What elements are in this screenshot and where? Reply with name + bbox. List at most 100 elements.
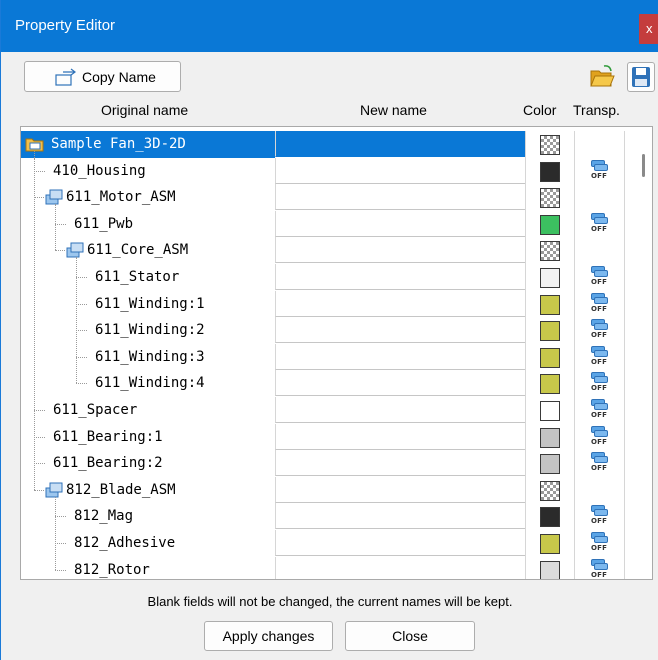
transparency-cell[interactable]: [575, 184, 625, 212]
transparency-cell[interactable]: [575, 476, 625, 504]
color-cell[interactable]: [525, 450, 575, 478]
new-name-field[interactable]: [275, 397, 525, 423]
new-name-field[interactable]: [275, 237, 525, 264]
color-cell[interactable]: [525, 370, 575, 398]
floppy-save-icon[interactable]: [627, 62, 655, 92]
tree-row[interactable]: 611_Winding:3 OFF: [21, 343, 633, 371]
column-header-color[interactable]: Color: [523, 102, 556, 118]
folder-open-icon[interactable]: [588, 62, 616, 92]
tree-row[interactable]: 611_Spacer OFF: [21, 397, 633, 424]
original-name-cell[interactable]: 611_Core_ASM: [21, 237, 275, 264]
column-header-new[interactable]: New name: [360, 102, 427, 118]
transparency-cell[interactable]: OFF: [575, 370, 625, 398]
color-cell[interactable]: [525, 184, 575, 212]
transparency-off-icon[interactable]: OFF: [589, 505, 611, 529]
tree-row[interactable]: 812_Mag OFF: [21, 503, 633, 531]
color-swatch[interactable]: [540, 560, 560, 579]
original-name-cell[interactable]: 611_Winding:1: [21, 291, 275, 318]
new-name-field[interactable]: [275, 450, 525, 477]
title-bar[interactable]: Property Editor x: [1, 0, 658, 52]
original-name-cell[interactable]: 611_Bearing:2: [21, 450, 275, 477]
original-name-cell[interactable]: 410_Housing: [21, 158, 275, 185]
color-swatch[interactable]: [540, 294, 560, 315]
original-name-cell[interactable]: 611_Stator: [21, 264, 275, 291]
new-name-field[interactable]: [275, 210, 525, 237]
new-name-field[interactable]: [275, 370, 525, 397]
tree-row[interactable]: 611_Winding:4 OFF: [21, 370, 633, 398]
column-header-transp[interactable]: Transp.: [573, 102, 620, 118]
color-cell[interactable]: [525, 556, 575, 579]
tree-row[interactable]: 611_Core_ASM: [21, 237, 633, 265]
color-cell[interactable]: [525, 397, 575, 424]
color-swatch[interactable]: [540, 188, 560, 209]
original-name-cell[interactable]: 611_Spacer: [21, 397, 275, 424]
tree-row[interactable]: 611_Stator OFF: [21, 264, 633, 291]
close-window-button[interactable]: x: [639, 14, 658, 44]
transparency-cell[interactable]: OFF: [575, 423, 625, 451]
color-swatch[interactable]: [540, 480, 560, 501]
new-name-field[interactable]: [275, 476, 525, 503]
copy-name-button[interactable]: Copy Name: [24, 61, 181, 92]
scrollbar-thumb[interactable]: [642, 154, 645, 177]
color-swatch[interactable]: [540, 214, 560, 235]
new-name-field[interactable]: [275, 423, 525, 450]
color-swatch[interactable]: [540, 161, 560, 182]
color-cell[interactable]: [525, 317, 575, 345]
new-name-field[interactable]: [275, 343, 525, 370]
color-swatch[interactable]: [540, 507, 560, 528]
tree-row[interactable]: 611_Pwb OFF: [21, 210, 633, 238]
tree-row[interactable]: 812_Blade_ASM: [21, 476, 633, 504]
tree-row[interactable]: 611_Winding:2 OFF: [21, 317, 633, 345]
transparency-off-icon[interactable]: OFF: [589, 532, 611, 556]
transparency-cell[interactable]: OFF: [575, 210, 625, 238]
new-name-field[interactable]: [275, 503, 525, 530]
tree-row[interactable]: 812_Adhesive OFF: [21, 530, 633, 557]
transparency-off-icon[interactable]: OFF: [589, 372, 611, 396]
transparency-off-icon[interactable]: OFF: [589, 425, 611, 450]
tree-row[interactable]: 611_Bearing:2 OFF: [21, 450, 633, 478]
transparency-cell[interactable]: OFF: [575, 530, 625, 557]
transparency-cell[interactable]: OFF: [575, 556, 625, 579]
original-name-cell[interactable]: 611_Winding:2: [21, 317, 275, 344]
new-name-field[interactable]: [275, 556, 525, 579]
original-name-cell[interactable]: 812_Adhesive: [21, 530, 275, 557]
original-name-cell[interactable]: 611_Pwb: [21, 211, 275, 238]
original-name-cell[interactable]: 812_Blade_ASM: [21, 477, 275, 504]
transparency-cell[interactable]: OFF: [575, 264, 625, 291]
color-cell[interactable]: [525, 343, 575, 371]
tree-row[interactable]: 611_Winding:1 OFF: [21, 290, 633, 318]
property-tree[interactable]: Sample Fan_3D-2D 410_Housing OFF 611_Motor_…: [20, 126, 634, 580]
color-cell[interactable]: [525, 210, 575, 238]
color-swatch[interactable]: [540, 454, 560, 475]
transparency-cell[interactable]: [575, 237, 625, 265]
color-swatch[interactable]: [540, 135, 560, 155]
color-cell[interactable]: [525, 423, 575, 451]
color-swatch[interactable]: [540, 347, 560, 368]
color-cell[interactable]: [525, 264, 575, 291]
close-button[interactable]: Close: [345, 621, 475, 651]
transparency-off-icon[interactable]: OFF: [589, 159, 611, 184]
tree-row[interactable]: 410_Housing OFF: [21, 157, 633, 185]
new-name-field[interactable]: [275, 317, 525, 344]
original-name-cell[interactable]: 611_Motor_ASM: [21, 184, 275, 211]
new-name-field[interactable]: [275, 184, 525, 211]
transparency-off-icon[interactable]: OFF: [589, 266, 611, 290]
color-swatch[interactable]: [540, 534, 560, 554]
original-name-cell[interactable]: Sample Fan_3D-2D: [21, 131, 275, 158]
transparency-cell[interactable]: OFF: [575, 317, 625, 345]
color-cell[interactable]: [525, 237, 575, 265]
color-cell[interactable]: [525, 290, 575, 318]
color-cell[interactable]: [525, 503, 575, 531]
original-name-cell[interactable]: 611_Winding:4: [21, 370, 275, 397]
color-swatch[interactable]: [540, 427, 560, 448]
color-swatch[interactable]: [540, 321, 560, 342]
color-swatch[interactable]: [540, 268, 560, 288]
color-swatch[interactable]: [540, 374, 560, 395]
new-name-field[interactable]: [275, 290, 525, 317]
new-name-field[interactable]: [275, 530, 525, 556]
original-name-cell[interactable]: 611_Winding:3: [21, 344, 275, 371]
tree-row[interactable]: 611_Motor_ASM: [21, 184, 633, 212]
transparency-cell[interactable]: [575, 131, 625, 158]
transparency-cell[interactable]: OFF: [575, 157, 625, 185]
color-swatch[interactable]: [540, 401, 560, 421]
